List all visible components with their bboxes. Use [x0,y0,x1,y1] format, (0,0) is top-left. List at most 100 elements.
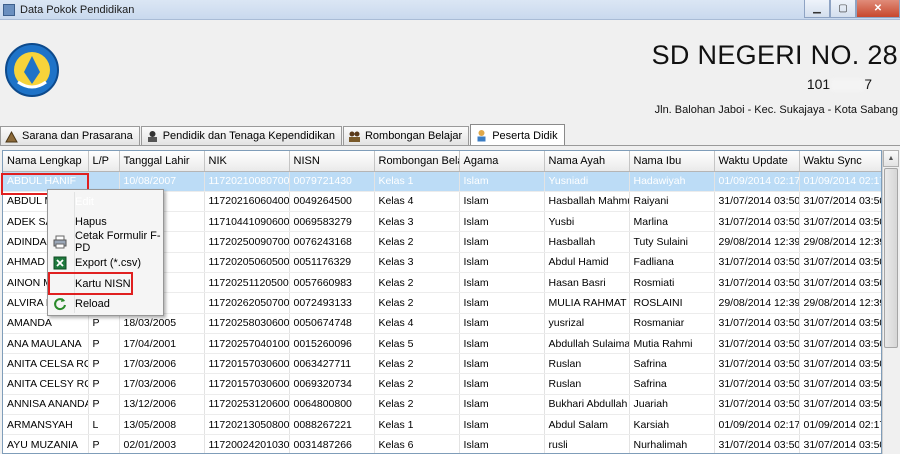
table-cell: Hadawiyah [629,171,715,192]
tab-label: Peserta Didik [492,129,558,142]
table-cell: 17/03/2006 [119,353,205,375]
column-header[interactable]: Nama Ayah [544,151,630,172]
table-cell: 1172025009070001 [204,231,290,253]
group-icon [348,131,360,142]
table-row[interactable]: AMANDAP18/03/200511720258030600020050674… [3,313,881,334]
menu-item-export-csv[interactable]: Export (*.csv) [50,253,161,273]
table-cell: Kelas 2 [374,231,460,253]
title-bar: Data Pokok Pendidikan ▁ ▢ ✕ [0,0,900,20]
tab-sarana-prasarana[interactable]: Sarana dan Prasarana [0,126,140,145]
table-cell: Kelas 4 [374,191,460,213]
table-cell: Kelas 2 [374,373,460,395]
school-header: SD NEGERI NO. 28 101 7 Jln. Balohan Jaboi… [0,20,900,124]
table-cell: P [88,394,120,416]
table-cell: 0051176329 [289,252,375,273]
school-address: Jln. Balohan Jaboi - Kec. Sukajaya - Kot… [654,104,898,116]
vertical-scrollbar[interactable]: ▲ [882,150,899,454]
maximize-button[interactable]: ▢ [830,0,856,18]
table-cell: yusrizal [544,313,630,334]
table-cell: Islam [459,333,545,355]
column-header[interactable]: Waktu Update [714,151,800,172]
school-code-visible: 101 [806,76,831,92]
column-header[interactable]: NIK [204,151,290,172]
column-header[interactable]: NISN [289,151,375,172]
table-cell: 13/05/2008 [119,414,205,436]
table-cell: Kelas 2 [374,272,460,294]
column-header[interactable]: Waktu Sync [799,151,881,172]
column-header[interactable]: L/P [88,151,120,172]
tab-peserta-didik[interactable]: Peserta Didik [470,124,565,146]
table-row[interactable]: ARMANSYAHL13/05/200811720213050800010088… [3,414,881,436]
close-button[interactable]: ✕ [856,0,900,18]
table-cell: Kelas 4 [374,313,460,334]
tab-pendidik[interactable]: Pendidik dan Tenaga Kependidikan [140,126,342,145]
table-cell: 1172025112050001 [204,272,290,294]
table-row[interactable]: AYU MUZANIAP02/01/2003117200242010300000… [3,434,881,453]
table-cell: 31/07/2014 03:50:02 [799,272,881,294]
table-cell: 1172021008070001 [204,171,290,192]
window-controls: ▁ ▢ ✕ [804,0,900,19]
table-cell: 01/09/2014 02:17:53 [799,171,881,192]
column-header[interactable]: Tanggal Lahir [119,151,205,172]
table-cell: 31/07/2014 03:50:02 [714,434,800,453]
table-cell: Kelas 1 [374,414,460,436]
excel-icon [53,256,67,270]
scroll-up-arrow-icon[interactable]: ▲ [883,150,899,167]
table-cell: Abdul Salam [544,414,630,436]
table-cell: 31/07/2014 03:50:02 [714,252,800,273]
column-header[interactable]: Nama Ibu [629,151,715,172]
table-row[interactable]: ANA MAULANAP17/04/2001117202570401000300… [3,333,881,355]
school-code-redacted [830,79,865,92]
table-header-row: Nama Lengkap L/P Tanggal Lahir NIK NISN Rombo… [3,151,881,172]
table-cell: Islam [459,211,545,233]
table-cell: ARMANSYAH [3,414,89,436]
student-icon [477,130,486,142]
table-cell: 31/07/2014 03:50:02 [799,353,881,375]
menu-item-reload[interactable]: Reload [50,294,161,314]
table-cell: Nurhalimah [629,434,715,453]
table-row[interactable]: ANNISA ANANDAP13/12/20061172025312060002… [3,394,881,416]
table-cell: 0076243168 [289,231,375,253]
table-cell: Bukhari Abdullah [544,394,630,416]
table-cell: L [88,414,120,436]
table-cell: 0079721430 [289,171,375,192]
table-row[interactable]: ANITA CELSA ROSIFAP17/03/200611720157030… [3,353,881,375]
table-cell: 1172021305080001 [204,414,290,436]
column-header[interactable]: Nama Lengkap [3,151,89,172]
minimize-button[interactable]: ▁ [804,0,830,18]
menu-item-hapus[interactable]: Hapus [50,212,161,232]
tab-label: Sarana dan Prasarana [22,130,133,142]
table-cell: rusli [544,434,630,453]
table-cell: Yusbi [544,211,630,233]
column-header[interactable]: Agama [459,151,545,172]
scroll-thumb[interactable] [884,168,898,348]
table-cell: Safrina [629,353,715,375]
menu-item-edit[interactable]: Edit [50,192,161,212]
table-cell: 31/07/2014 03:50:02 [714,373,800,395]
table-cell: Kelas 5 [374,333,460,355]
table-cell: Yusniadi [544,171,630,192]
tab-label: Rombongan Belajar [364,130,463,142]
menu-item-label: Export (*.csv) [75,257,142,269]
menu-item-label: Reload [75,298,110,310]
table-cell: 31/07/2014 03:50:02 [799,333,881,355]
table-cell: 1172025704010003 [204,333,290,355]
tut-wuri-handayani-logo-icon [5,43,59,97]
column-header[interactable]: Rombongan Belajar [374,151,460,172]
table-row[interactable]: ANITA CELSY ROSINP17/03/2006117201570306… [3,373,881,395]
table-cell: Juariah [629,394,715,416]
menu-item-cetak-formulir[interactable]: Cetak Formulir F-PD [50,230,161,254]
menu-item-label: Hapus [75,216,107,228]
table-cell: 0031487266 [289,434,375,453]
teacher-icon [147,130,157,142]
table-cell: Kelas 2 [374,292,460,314]
menu-item-label: Cetak Formulir F-PD [75,230,161,254]
refresh-icon [54,298,66,311]
table-cell: Hasan Basri [544,272,630,294]
tab-rombongan-belajar[interactable]: Rombongan Belajar [342,126,470,145]
table-cell: 0063427711 [289,353,375,375]
school-name: SD NEGERI NO. 28 [651,40,898,70]
table-cell: 31/07/2014 03:50:02 [799,191,881,213]
table-cell: 1172002420103000 [204,434,290,453]
table-cell: 31/07/2014 03:50:02 [799,434,881,453]
